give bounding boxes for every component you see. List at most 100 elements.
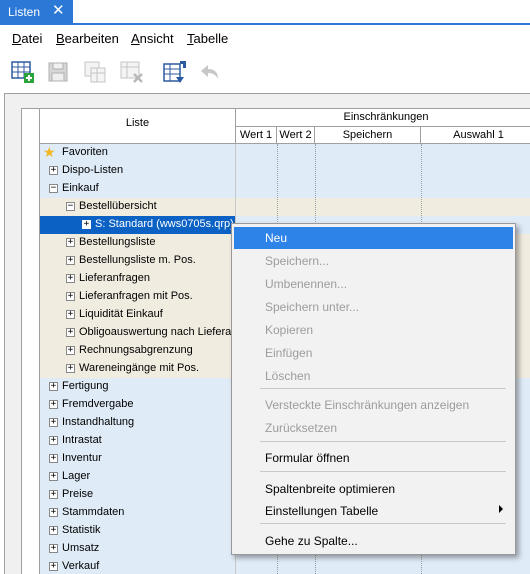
tree-row-label-cell[interactable]: + Bestellungsliste m. Pos. <box>40 252 236 270</box>
tree-row-label-cell[interactable]: + Umsatz <box>40 540 236 558</box>
tree-row[interactable]: + Dispo-Listen <box>40 162 530 180</box>
context-menu-item[interactable]: Umbenennen... <box>234 273 513 295</box>
expand-icon[interactable]: + <box>66 256 75 265</box>
tab-listen[interactable]: Listen ✕ <box>0 0 73 23</box>
tree-row-values[interactable] <box>236 558 530 574</box>
tree-row-label-cell[interactable]: + Wareneingänge mit Pos. <box>40 360 236 378</box>
context-menu-item[interactable]: Speichern unter... <box>234 296 513 318</box>
expand-icon[interactable]: + <box>49 490 58 499</box>
expand-icon[interactable]: + <box>49 166 58 175</box>
menu-tabelle[interactable]: Tabelle <box>187 31 228 46</box>
close-icon[interactable]: ✕ <box>52 3 65 19</box>
expand-icon[interactable]: + <box>49 400 58 409</box>
context-menu-item[interactable]: Zurücksetzen <box>234 417 513 439</box>
column-header-speichern[interactable]: Speichern <box>315 127 421 144</box>
tree-row-values[interactable] <box>236 144 530 162</box>
context-menu-item-label: Löschen <box>265 369 311 383</box>
tree-row-label-cell[interactable]: + Dispo-Listen <box>40 162 236 180</box>
tree-row-label: Rechnungsabgrenzung <box>79 344 193 356</box>
tree-row-label-cell[interactable]: + Rechnungsabgrenzung <box>40 342 236 360</box>
tree-row[interactable]: − Einkauf <box>40 180 530 198</box>
context-menu-item[interactable]: Versteckte Einschränkungen anzeigen <box>234 394 513 416</box>
expand-icon[interactable]: + <box>66 238 75 247</box>
undo-icon[interactable] <box>196 59 222 85</box>
expand-icon[interactable]: + <box>66 274 75 283</box>
expand-icon[interactable]: + <box>49 562 58 571</box>
tree-row[interactable]: ★ Favoriten <box>40 144 530 162</box>
tree-row-label-cell[interactable]: + Obligoauswertung nach Lieferant <box>40 324 236 342</box>
tree-row-label: Dispo-Listen <box>62 164 124 176</box>
tree-row-label-cell[interactable]: + Lieferanfragen <box>40 270 236 288</box>
expand-icon[interactable]: + <box>49 472 58 481</box>
tree-row[interactable]: + Verkauf <box>40 558 530 574</box>
expand-icon[interactable]: + <box>66 328 75 337</box>
tree-row-label-cell[interactable]: + Fertigung <box>40 378 236 396</box>
context-menu-item-label: Neu <box>265 231 288 245</box>
expand-icon[interactable]: + <box>49 418 58 427</box>
context-menu-item[interactable]: Einstellungen Tabelle <box>234 500 513 522</box>
context-menu-item[interactable]: Spaltenbreite optimieren <box>234 478 513 500</box>
tree-row-label-cell[interactable]: + Verkauf <box>40 558 236 574</box>
expand-icon[interactable]: + <box>49 382 58 391</box>
collapse-icon[interactable]: − <box>49 184 58 193</box>
menu-ansicht[interactable]: Ansicht <box>131 31 174 46</box>
tree-row-label-cell[interactable]: + Lieferanfragen mit Pos. <box>40 288 236 306</box>
delete-grid-icon[interactable] <box>119 59 145 85</box>
copy-grid-icon[interactable] <box>82 59 108 85</box>
tree-row-label: Stammdaten <box>62 506 125 518</box>
column-header-wert1[interactable]: Wert 1 <box>236 127 277 144</box>
expand-icon[interactable]: + <box>66 310 75 319</box>
menu-datei[interactable]: Datei <box>12 31 42 46</box>
tree-row-label-cell[interactable]: + Inventur <box>40 450 236 468</box>
tree-row-label-cell[interactable]: − Einkauf <box>40 180 236 198</box>
tree-row-label-cell[interactable]: + Bestellungsliste <box>40 234 236 252</box>
column-header-liste[interactable]: Liste <box>40 109 236 144</box>
tree-row-values[interactable] <box>236 198 530 216</box>
save-disk-icon[interactable] <box>45 59 71 85</box>
tree-row-label-cell[interactable]: + Preise <box>40 486 236 504</box>
tree-row-label-cell[interactable]: + S: Standard (wws0705s.qrp) <box>40 216 236 234</box>
context-menu-item[interactable]: Neu <box>234 227 513 249</box>
context-menu-item[interactable]: Speichern... <box>234 250 513 272</box>
expand-icon[interactable]: + <box>82 220 91 229</box>
submenu-arrow-icon <box>499 505 503 513</box>
tree-row-label-cell[interactable]: + Stammdaten <box>40 504 236 522</box>
tree-row-label-cell[interactable]: + Intrastat <box>40 432 236 450</box>
context-menu-item[interactable]: Einfügen <box>234 342 513 364</box>
context-menu-item-label: Speichern unter... <box>265 300 360 314</box>
tree-row-label: Obligoauswertung nach Lieferant <box>79 326 236 338</box>
tree-row-values[interactable] <box>236 162 530 180</box>
expand-icon[interactable]: + <box>66 346 75 355</box>
expand-icon[interactable]: + <box>49 526 58 535</box>
tree-row-label-cell[interactable]: + Fremdvergabe <box>40 396 236 414</box>
tree-row-label-cell[interactable]: + Statistik <box>40 522 236 540</box>
expand-icon[interactable]: + <box>49 508 58 517</box>
tree-row[interactable]: − Bestellübersicht <box>40 198 530 216</box>
column-header-wert2[interactable]: Wert 2 <box>277 127 315 144</box>
menu-bearbeiten[interactable]: Bearbeiten <box>56 31 119 46</box>
expand-icon[interactable]: + <box>49 454 58 463</box>
expand-icon[interactable]: + <box>49 544 58 553</box>
new-grid-icon[interactable] <box>10 59 36 85</box>
tree-row-label: Bestellübersicht <box>79 200 157 212</box>
tree-row-label-cell[interactable]: + Liquidität Einkauf <box>40 306 236 324</box>
context-menu-item-label: Einfügen <box>265 346 313 360</box>
context-menu-item-label: Speichern... <box>265 254 330 268</box>
tree-row-label-cell[interactable]: + Instandhaltung <box>40 414 236 432</box>
row-header-column <box>22 109 40 574</box>
context-menu-item[interactable]: Löschen <box>234 365 513 387</box>
tree-row-values[interactable] <box>236 180 530 198</box>
import-grid-icon[interactable] <box>162 59 188 85</box>
tree-row-label-cell[interactable]: ★ Favoriten <box>40 144 236 162</box>
expand-icon[interactable]: + <box>66 292 75 301</box>
context-menu-item[interactable]: Formular öffnen <box>234 447 513 469</box>
context-menu-item[interactable]: Kopieren <box>234 319 513 341</box>
tab-strip: Listen ✕ <box>0 0 530 25</box>
context-menu-item[interactable]: Gehe zu Spalte... <box>234 530 513 552</box>
expand-icon[interactable]: + <box>49 436 58 445</box>
collapse-icon[interactable]: − <box>66 202 75 211</box>
expand-icon[interactable]: + <box>66 364 75 373</box>
column-header-auswahl1[interactable]: Auswahl 1 <box>421 127 530 144</box>
tree-row-label-cell[interactable]: − Bestellübersicht <box>40 198 236 216</box>
tree-row-label-cell[interactable]: + Lager <box>40 468 236 486</box>
